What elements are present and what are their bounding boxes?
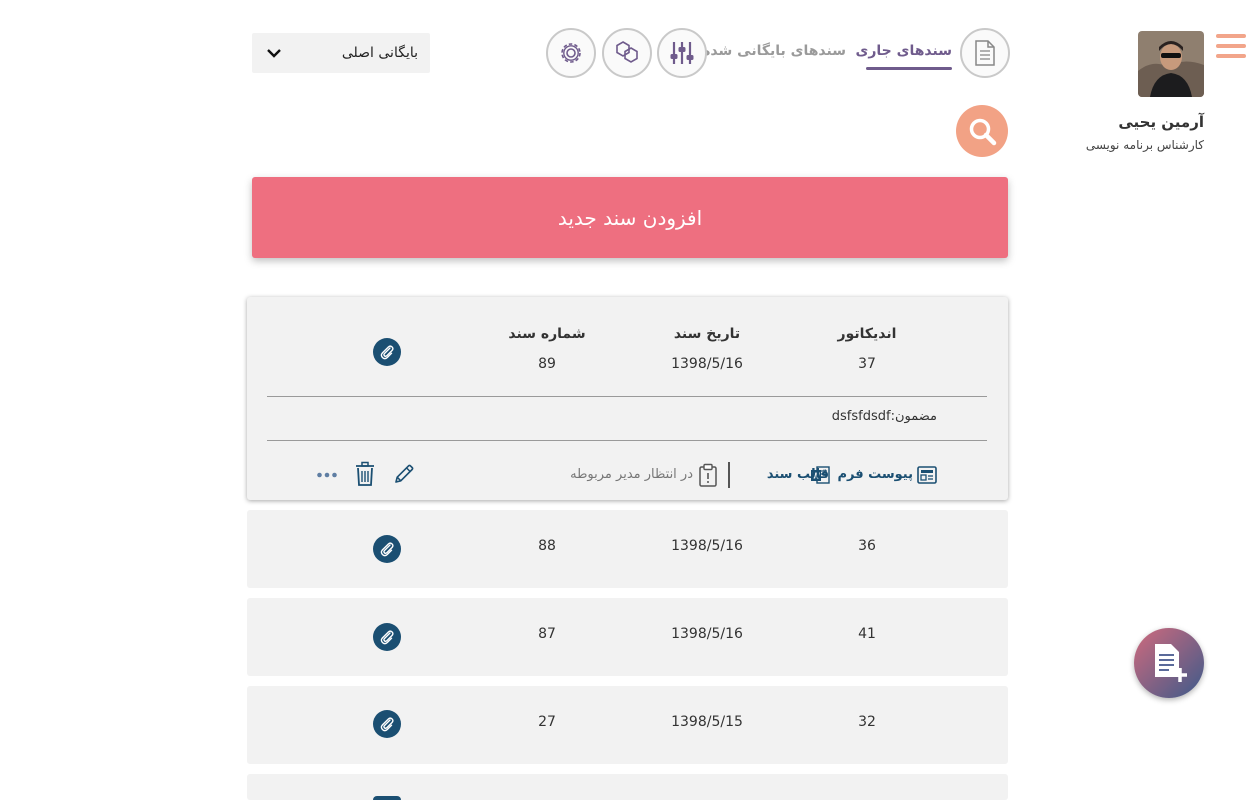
search-button[interactable]	[956, 105, 1008, 157]
doc-indicator: 37	[858, 356, 876, 372]
form-icon[interactable]	[917, 465, 937, 489]
add-document-label: افزودن سند جدید	[557, 205, 703, 230]
row-number: 27	[538, 714, 556, 730]
document-icon	[975, 40, 995, 66]
attachment-button[interactable]	[373, 796, 401, 800]
paperclip-icon	[380, 717, 394, 732]
document-row[interactable]: 32 1398/5/15 27	[247, 686, 1008, 764]
subject-value: dsfsfdsdf	[831, 409, 891, 424]
divider	[267, 440, 987, 441]
user-role: کارشناس برنامه نویسی	[1085, 138, 1204, 152]
row-indicator: 36	[858, 538, 876, 554]
document-row[interactable]: 41 1398/5/16 87	[247, 598, 1008, 676]
row-date: 1398/5/16	[671, 538, 743, 554]
more-dots-icon	[317, 472, 337, 478]
doc-status: در انتظار مدیر مربوطه	[570, 467, 693, 482]
pencil-icon	[395, 464, 414, 483]
tab-active-indicator	[866, 67, 952, 70]
document-row[interactable]: 36 1398/5/16 88	[247, 510, 1008, 588]
hexagons-icon	[616, 41, 638, 63]
avatar[interactable]	[1138, 31, 1204, 97]
tab-current-docs[interactable]: سندهای جاری	[856, 43, 952, 59]
gear-icon	[561, 43, 581, 63]
document-card-expanded[interactable]: اندیکاتور تاریخ سند شماره سند 37 1398/5/…	[247, 297, 1008, 500]
doc-number: 89	[538, 356, 556, 372]
chevron-down-icon	[267, 49, 281, 58]
separator	[728, 462, 730, 488]
row-number: 88	[538, 538, 556, 554]
add-document-icon	[1155, 644, 1187, 682]
row-indicator: 32	[858, 714, 876, 730]
row-date: 1398/5/16	[671, 626, 743, 642]
column-header-indicator: اندیکاتور	[837, 326, 897, 342]
divider	[267, 396, 987, 397]
column-header-date: تاریخ سند	[673, 326, 741, 342]
delete-button[interactable]	[354, 461, 376, 491]
current-docs-button[interactable]	[960, 28, 1010, 78]
clipboard-icon	[698, 463, 718, 491]
user-name: آرمین یحیی	[1118, 113, 1204, 131]
search-icon	[969, 118, 997, 146]
form-attachment-link[interactable]: پیوست فرم	[837, 467, 913, 482]
column-header-number: شماره سند	[508, 326, 586, 342]
row-indicator: 41	[858, 626, 876, 642]
settings-button[interactable]	[546, 28, 596, 78]
avatar-photo	[1138, 31, 1204, 97]
attachment-button[interactable]	[373, 710, 401, 738]
subject-label: مضمون:	[890, 409, 937, 424]
paperclip-icon	[380, 345, 394, 360]
row-number: 87	[538, 626, 556, 642]
attachment-button[interactable]	[373, 535, 401, 563]
doc-template-link[interactable]: قالب سند	[767, 467, 829, 482]
tab-archived-docs[interactable]: سندهای بایگانی شده	[702, 43, 846, 59]
add-document-fab[interactable]	[1134, 628, 1204, 698]
doc-date: 1398/5/16	[671, 356, 743, 372]
trash-icon	[356, 461, 374, 486]
archive-select-value: بایگانی اصلی	[341, 45, 418, 61]
doc-subject: مضمون:dsfsfdsdf	[832, 409, 937, 424]
hamburger-icon[interactable]	[1216, 34, 1246, 62]
edit-button[interactable]	[393, 463, 415, 489]
paperclip-icon	[380, 630, 394, 645]
row-date: 1398/5/15	[671, 714, 743, 730]
modules-button[interactable]	[602, 28, 652, 78]
filter-button[interactable]	[657, 28, 707, 78]
attachment-button[interactable]	[373, 338, 401, 366]
archive-select[interactable]: بایگانی اصلی	[252, 33, 430, 73]
document-row-partial[interactable]	[247, 774, 1008, 800]
paperclip-icon	[380, 542, 394, 557]
add-document-button[interactable]: افزودن سند جدید	[252, 177, 1008, 258]
sliders-icon	[670, 42, 694, 64]
attachment-button[interactable]	[373, 623, 401, 651]
more-button[interactable]	[316, 467, 338, 487]
